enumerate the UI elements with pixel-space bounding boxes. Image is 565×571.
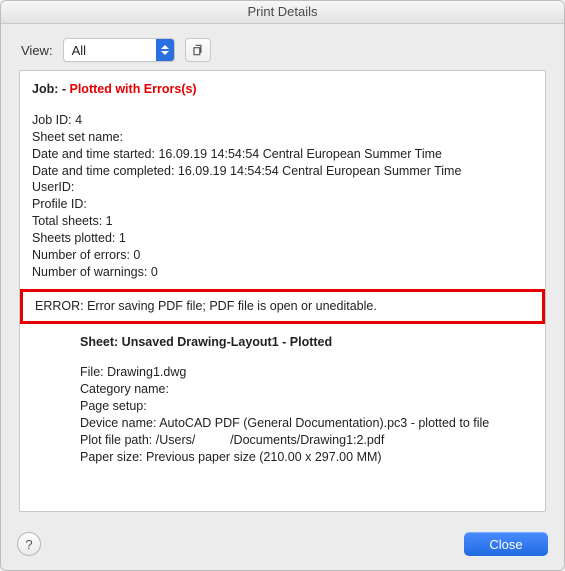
- view-select[interactable]: All: [63, 38, 175, 62]
- job-prefix: Job:: [32, 82, 58, 96]
- view-label: View:: [21, 43, 53, 58]
- help-button[interactable]: ?: [17, 532, 41, 556]
- sheet-title: Sheet: Unsaved Drawing-Layout1 - Plotted: [80, 334, 533, 351]
- copy-button[interactable]: [185, 38, 211, 62]
- dialog-footer: ? Close: [1, 522, 564, 570]
- log-panel: Job: - Plotted with Errors(s) Job ID: 4 …: [19, 70, 546, 512]
- updown-arrows-icon: [156, 39, 174, 61]
- job-status: Plotted with Errors(s): [70, 82, 197, 96]
- toolbar: View: All: [1, 24, 564, 70]
- print-details-window: Print Details View: All Job: - Plotted w…: [0, 0, 565, 571]
- window-title: Print Details: [247, 4, 317, 19]
- close-button[interactable]: Close: [464, 532, 548, 556]
- error-message: ERROR: Error saving PDF file; PDF file i…: [35, 299, 377, 313]
- window-titlebar: Print Details: [1, 1, 564, 24]
- help-icon: ?: [25, 537, 32, 552]
- view-select-value: All: [64, 43, 156, 58]
- job-details: Job ID: 4 Sheet set name: Date and time …: [32, 112, 533, 281]
- job-header: Job: - Plotted with Errors(s): [32, 81, 533, 98]
- copy-icon: [191, 43, 205, 57]
- error-highlight: ERROR: Error saving PDF file; PDF file i…: [20, 289, 545, 324]
- sheet-details: Sheet: Unsaved Drawing-Layout1 - Plotted…: [80, 334, 533, 466]
